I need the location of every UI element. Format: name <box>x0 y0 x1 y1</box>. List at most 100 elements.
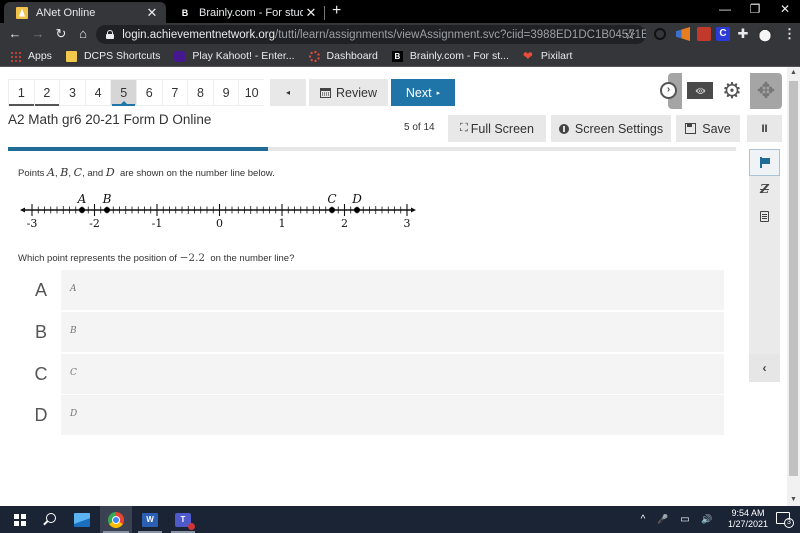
browser-toolbar: ← → ↻ ⌂ login.achievementnetwork.org /tu… <box>0 23 800 46</box>
system-clock[interactable]: 9:54 AM 1/27/2021 <box>722 508 774 530</box>
right-arrow-icon <box>411 207 416 213</box>
question-number-3[interactable]: 3 <box>59 79 85 106</box>
collapse-panel-button[interactable]: ‹ <box>749 354 780 382</box>
question-number-9[interactable]: 9 <box>212 79 239 106</box>
tick-label: 3 <box>404 217 411 230</box>
tab-anet-online[interactable]: ANet Online ✕ <box>4 2 166 23</box>
choice-text: C <box>70 368 77 378</box>
kahoot-icon <box>174 50 186 62</box>
browser-tab-strip: ANet Online ✕ B Brainly.com - For studen… <box>0 0 800 23</box>
move-handle-icon[interactable]: ✥ <box>752 77 780 105</box>
close-tab-icon[interactable]: ✕ <box>303 5 319 21</box>
progress-bar-fill <box>8 147 268 151</box>
megaphone-extension-icon[interactable] <box>676 27 690 41</box>
bookmark-pixilart[interactable]: ❤ Pixilart <box>523 50 573 63</box>
review-button[interactable]: Review <box>309 79 388 106</box>
answer-choice-b[interactable]: BB <box>21 312 724 352</box>
question-progress-label: 5 of 14 <box>404 122 435 133</box>
bookmark-label: Dashboard <box>326 50 378 62</box>
next-arrow-icon: ▸ <box>436 89 441 97</box>
taskbar-chrome[interactable] <box>100 506 132 533</box>
chevron-left-icon: ‹ <box>762 361 767 375</box>
question-number-4[interactable]: 4 <box>84 79 111 106</box>
tick-label: 2 <box>341 217 348 230</box>
profile-avatar[interactable] <box>757 26 773 42</box>
taskbar-photos[interactable] <box>67 506 97 533</box>
address-bar[interactable]: login.achievementnetwork.org /tutti/lear… <box>96 25 646 44</box>
close-tab-icon[interactable]: ✕ <box>144 5 160 21</box>
reload-button[interactable]: ↻ <box>52 25 70 43</box>
bookmark-star-icon[interactable]: ☆ <box>624 27 636 43</box>
point-a-dot <box>79 207 85 213</box>
forward-button[interactable]: → <box>29 25 47 43</box>
tab-separator <box>324 6 325 20</box>
page-scrollbar[interactable]: ▲ ▼ <box>787 67 800 506</box>
red-book-extension-icon[interactable] <box>697 27 711 41</box>
photos-icon <box>74 512 90 527</box>
notification-center-icon[interactable]: 3 <box>776 512 794 528</box>
search-button[interactable] <box>34 506 64 533</box>
question-number-2[interactable]: 2 <box>33 79 60 106</box>
question-number-6[interactable]: 6 <box>135 79 162 106</box>
progress-bar <box>8 147 736 151</box>
answer-choice-c[interactable]: CC <box>21 354 724 394</box>
bookmark-brainly[interactable]: B Brainly.com - For st... <box>391 50 509 62</box>
home-button[interactable]: ⌂ <box>74 25 92 43</box>
apps-grid-icon <box>10 50 21 62</box>
c-extension-icon[interactable]: C <box>716 27 730 41</box>
strikethrough-button[interactable]: Z <box>749 176 780 203</box>
battery-icon[interactable]: ▭ <box>678 506 692 533</box>
answer-choice-d[interactable]: DD <box>21 395 724 435</box>
question-number-5[interactable]: 5 <box>110 79 136 106</box>
flag-question-button[interactable] <box>749 149 780 176</box>
bookmark-apps[interactable]: Apps <box>10 50 52 62</box>
point-a-label: A <box>77 192 87 206</box>
scroll-down-arrow-icon[interactable]: ▼ <box>787 494 800 506</box>
back-button[interactable]: ← <box>6 25 24 43</box>
toolbox-expand-icon[interactable]: › <box>660 82 677 99</box>
url-host: login.achievementnetwork.org <box>122 28 276 41</box>
gear-icon[interactable]: ⚙ <box>721 80 743 103</box>
volume-icon[interactable]: 🔊 <box>700 506 714 533</box>
tick-label: 0 <box>216 217 223 230</box>
close-window-button[interactable]: ✕ <box>770 2 800 16</box>
question-number-8[interactable]: 8 <box>187 79 213 106</box>
previous-button[interactable]: ◂ <box>270 79 306 106</box>
answer-masking-icon[interactable]: ‹◎› <box>687 82 713 99</box>
bookmark-dcps-shortcuts[interactable]: DCPS Shortcuts <box>65 50 160 62</box>
tick-label: -1 <box>152 217 163 230</box>
answer-choice-a[interactable]: AA <box>21 270 724 310</box>
tray-overflow-chevron-icon[interactable]: ^ <box>636 506 650 533</box>
microphone-icon[interactable]: 🎤 <box>656 506 670 533</box>
taskbar-teams[interactable]: T <box>168 506 198 533</box>
new-tab-button[interactable]: + <box>332 2 341 20</box>
circle-extension-icon[interactable] <box>654 28 666 40</box>
browser-menu-icon[interactable]: ⋮ <box>783 26 796 42</box>
extensions-puzzle-icon[interactable]: ✚ <box>736 27 750 41</box>
anet-favicon-icon <box>16 6 28 19</box>
point-c-label: C <box>327 192 336 206</box>
restore-button[interactable]: ❐ <box>740 2 770 16</box>
question-number-1[interactable]: 1 <box>8 79 34 106</box>
tick-label: -2 <box>89 217 100 230</box>
bookmark-dashboard[interactable]: Dashboard <box>308 50 378 62</box>
minimize-button[interactable]: — <box>710 2 740 16</box>
notification-count-badge: 3 <box>784 518 794 528</box>
bookmark-kahoot[interactable]: Play Kahoot! - Enter... <box>174 50 295 62</box>
next-button[interactable]: Next ▸ <box>391 79 455 106</box>
notepad-button[interactable] <box>749 203 780 230</box>
question-number-10[interactable]: 10 <box>238 79 264 106</box>
question-number-7[interactable]: 7 <box>161 79 188 106</box>
brainly-icon: B <box>391 50 403 62</box>
choice-text: B <box>70 326 77 336</box>
scroll-up-arrow-icon[interactable]: ▲ <box>787 67 800 79</box>
screen-settings-button[interactable]: Screen Settings <box>551 115 671 142</box>
start-button[interactable] <box>2 506 38 533</box>
full-screen-button[interactable]: ⛶ Full Screen <box>448 115 546 142</box>
taskbar-word[interactable]: W <box>135 506 165 533</box>
tab-brainly[interactable]: B Brainly.com - For students. By stu ✕ <box>167 2 325 23</box>
save-button[interactable]: Save <box>676 115 740 142</box>
scrollbar-thumb[interactable] <box>789 81 798 476</box>
review-label: Review <box>336 85 377 100</box>
pause-button[interactable]: II <box>747 115 782 142</box>
